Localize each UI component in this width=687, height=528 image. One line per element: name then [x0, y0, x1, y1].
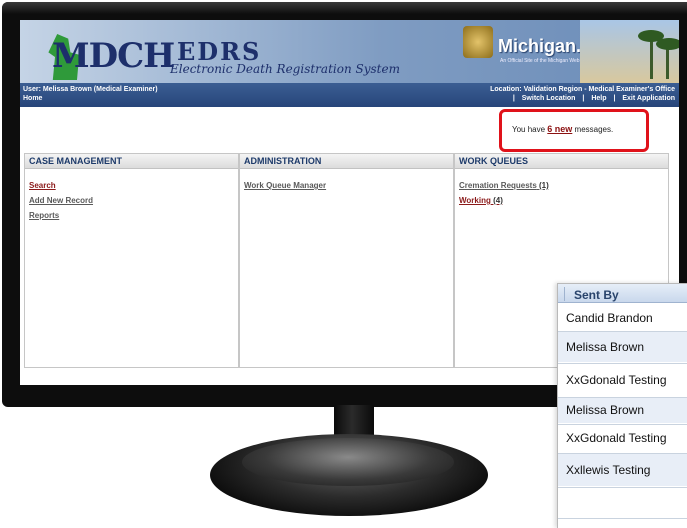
cremation-requests-item[interactable]: Cremation Requests (1) — [459, 181, 664, 190]
cremation-requests-count: (1) — [536, 181, 549, 190]
panel-title: CASE MANAGEMENT — [25, 154, 238, 169]
working-count: (4) — [490, 196, 503, 205]
monitor-base-top — [242, 438, 454, 486]
cremation-requests-link[interactable]: Cremation Requests — [459, 181, 537, 190]
state-seal-icon — [463, 26, 493, 58]
table-row[interactable]: Xxllewis Testing — [558, 454, 687, 486]
table-row[interactable]: XxGdonald Testing — [558, 425, 687, 452]
current-location: Location: Validation Region - Medical Ex… — [490, 86, 675, 93]
sent-by-table: Sent By Candid Brandon Melissa Brown XxG… — [557, 283, 687, 528]
help-link[interactable]: Help — [591, 95, 606, 102]
new-messages-link[interactable]: 6 new — [547, 124, 572, 134]
home-link[interactable]: Home — [23, 95, 42, 102]
working-link[interactable]: Working — [459, 196, 491, 205]
table-row[interactable]: XxGdonald Testing — [558, 364, 687, 396]
working-item[interactable]: Working (4) — [459, 196, 664, 205]
table-row-empty — [558, 488, 687, 518]
messages-text: You have 6 new messages. — [512, 124, 614, 134]
messages-notice: You have 6 new messages. — [499, 109, 649, 152]
panel-title: ADMINISTRATION — [240, 154, 453, 169]
table-row[interactable]: Melissa Brown — [558, 332, 687, 362]
table-row[interactable]: Melissa Brown — [558, 398, 687, 423]
current-user: User: Melissa Brown (Medical Examiner) — [23, 86, 158, 93]
mdch-logo-text: MDCH — [52, 36, 175, 76]
monitor-bezel-shine — [2, 2, 687, 14]
mdch-logo: MDCH — [30, 26, 175, 80]
case-management-panel: CASE MANAGEMENT Search Add New Record Re… — [24, 153, 239, 368]
palm-leaves-icon — [656, 38, 679, 50]
michigan-gov-tagline: An Official Site of the Michigan Web Sit… — [500, 58, 590, 64]
switch-location-link[interactable]: Switch Location — [522, 95, 576, 102]
sent-by-column-header[interactable]: Sent By — [574, 288, 619, 302]
app-banner: MDCH EDRS Electronic Death Registration … — [20, 20, 679, 83]
user-info-bar: User: Melissa Brown (Medical Examiner) H… — [20, 83, 679, 107]
table-row[interactable]: Candid Brandon — [558, 311, 687, 325]
sent-by-header: Sent By — [558, 284, 687, 303]
reports-link[interactable]: Reports — [29, 211, 234, 220]
top-links: | Switch Location | Help | Exit Applicat… — [512, 95, 675, 102]
exit-application-link[interactable]: Exit Application — [622, 95, 675, 102]
system-subtitle: Electronic Death Registration System — [170, 62, 400, 76]
palm-trunk-icon — [650, 39, 653, 79]
administration-panel: ADMINISTRATION Work Queue Manager — [239, 153, 454, 368]
add-new-record-link[interactable]: Add New Record — [29, 196, 234, 205]
palm-trunk-icon — [666, 45, 669, 79]
panel-title: WORK QUEUES — [455, 154, 668, 169]
palm-trees-image — [580, 20, 679, 83]
work-queue-manager-link[interactable]: Work Queue Manager — [244, 181, 449, 190]
search-link[interactable]: Search — [29, 181, 234, 190]
